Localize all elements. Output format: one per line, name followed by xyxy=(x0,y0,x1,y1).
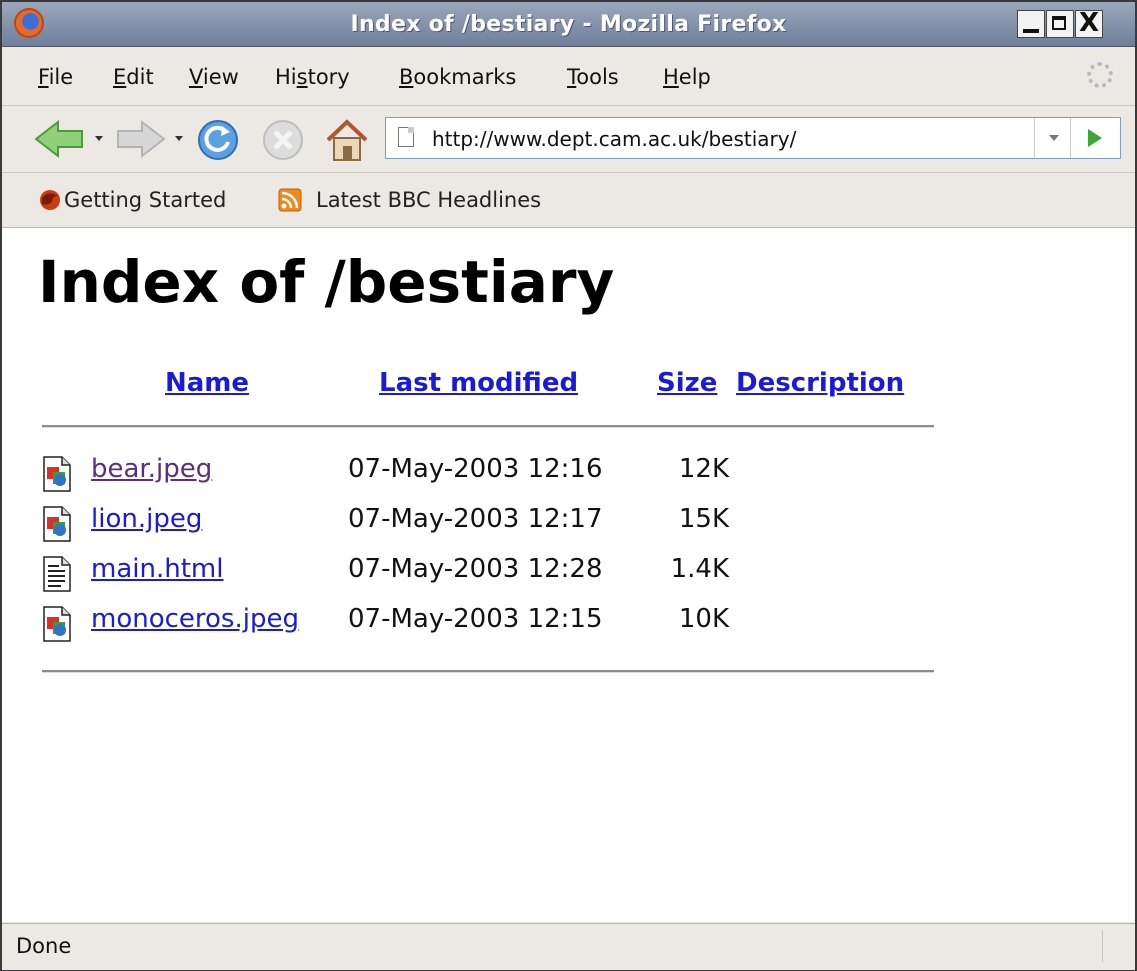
file-link[interactable]: bear.jpeg xyxy=(91,454,212,484)
stop-icon[interactable] xyxy=(260,118,306,162)
back-icon[interactable] xyxy=(32,118,88,160)
file-last-modified: 07-May-2003 12:28 xyxy=(348,554,603,584)
minimize-button[interactable] xyxy=(1017,10,1045,38)
firefox-bookmark-icon xyxy=(40,190,60,210)
home-icon[interactable] xyxy=(324,118,370,162)
menu-bar: File Edit View History Bookmarks Tools H… xyxy=(2,47,1135,106)
column-header-size[interactable]: Size xyxy=(657,368,717,398)
column-header-name[interactable]: Name xyxy=(165,368,249,398)
window-title: Index of /bestiary - Mozilla Firefox xyxy=(350,12,787,37)
title-bar[interactable]: Index of /bestiary - Mozilla Firefox X xyxy=(2,2,1135,47)
reload-icon[interactable] xyxy=(196,118,242,162)
file-last-modified: 07-May-2003 12:16 xyxy=(348,454,603,484)
url-history-dropdown-icon[interactable] xyxy=(1034,118,1071,158)
image-file-icon xyxy=(43,506,71,542)
menu-view[interactable]: View xyxy=(189,65,239,89)
menu-help[interactable]: Help xyxy=(663,65,711,89)
go-icon[interactable] xyxy=(1070,118,1119,158)
top-divider xyxy=(42,425,934,428)
file-last-modified: 07-May-2003 12:15 xyxy=(348,604,603,634)
bookmark-latest-bbc-headlines[interactable]: Latest BBC Headlines xyxy=(316,188,541,212)
browser-window: Index of /bestiary - Mozilla Firefox X F… xyxy=(0,0,1137,971)
page-content: Index of /bestiary Name Last modified Si… xyxy=(2,228,1135,922)
menu-tools[interactable]: Tools xyxy=(567,65,619,89)
file-link[interactable]: main.html xyxy=(91,554,223,584)
file-size: 1.4K xyxy=(670,554,729,584)
file-size: 12K xyxy=(678,454,729,484)
image-file-icon xyxy=(43,456,71,492)
close-button[interactable]: X xyxy=(1075,10,1103,38)
status-text: Done xyxy=(16,934,72,958)
menu-edit[interactable]: Edit xyxy=(113,65,154,89)
url-input[interactable]: http://www.dept.cam.ac.uk/bestiary/ xyxy=(432,127,796,151)
status-pane xyxy=(1102,930,1127,962)
file-last-modified: 07-May-2003 12:17 xyxy=(348,504,603,534)
navigation-toolbar: http://www.dept.cam.ac.uk/bestiary/ xyxy=(2,106,1135,173)
table-row: bear.jpeg 07-May-2003 12:16 12K xyxy=(2,454,1135,504)
table-row: lion.jpeg 07-May-2003 12:17 15K xyxy=(2,504,1135,554)
rss-feed-icon xyxy=(278,188,302,212)
file-size: 10K xyxy=(678,604,729,634)
bookmark-getting-started[interactable]: Getting Started xyxy=(64,188,226,212)
table-row: main.html 07-May-2003 12:28 1.4K xyxy=(2,554,1135,604)
column-header-last-modified[interactable]: Last modified xyxy=(379,368,578,398)
bottom-divider xyxy=(42,670,934,673)
menu-file[interactable]: File xyxy=(38,65,73,89)
status-bar: Done xyxy=(2,923,1135,970)
back-history-dropdown-icon[interactable] xyxy=(95,136,103,141)
text-file-icon xyxy=(43,556,71,592)
table-row: monoceros.jpeg 07-May-2003 12:15 10K xyxy=(2,604,1135,654)
image-file-icon xyxy=(43,606,71,642)
menu-history[interactable]: History xyxy=(275,65,350,89)
file-link[interactable]: lion.jpeg xyxy=(91,504,202,534)
file-size: 15K xyxy=(678,504,729,534)
column-header-description[interactable]: Description xyxy=(736,368,904,398)
url-bar[interactable]: http://www.dept.cam.ac.uk/bestiary/ xyxy=(385,117,1121,159)
forward-history-dropdown-icon[interactable] xyxy=(175,136,183,141)
page-icon xyxy=(398,127,414,147)
activity-throbber-icon xyxy=(1087,62,1113,88)
page-title: Index of /bestiary xyxy=(38,248,615,316)
file-link[interactable]: monoceros.jpeg xyxy=(91,604,299,634)
forward-icon[interactable] xyxy=(112,118,168,160)
maximize-button[interactable] xyxy=(1046,10,1074,38)
bookmarks-toolbar: Getting Started Latest BBC Headlines xyxy=(2,173,1135,228)
menu-bookmarks[interactable]: Bookmarks xyxy=(399,65,516,89)
